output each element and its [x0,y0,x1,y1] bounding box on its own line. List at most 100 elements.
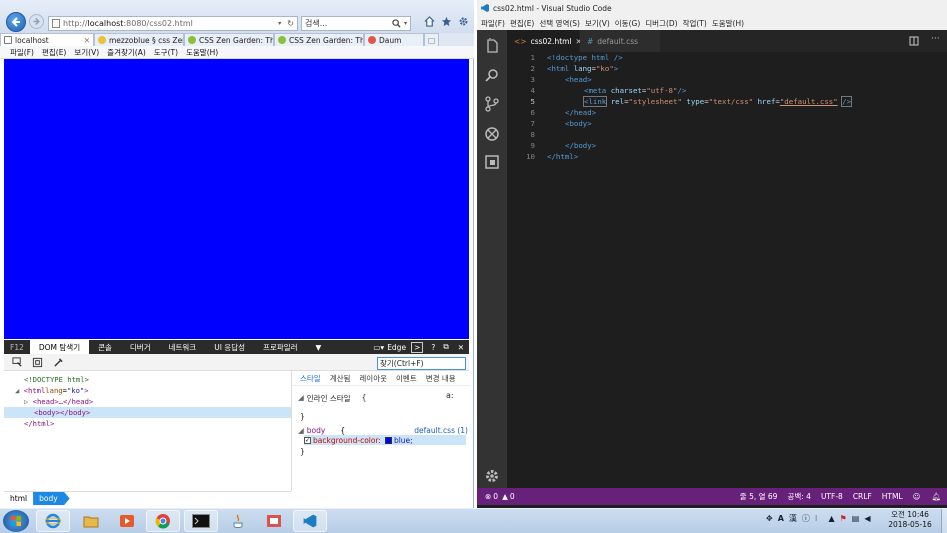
rule-declaration[interactable]: ✓ background-color: blue; [304,435,466,445]
inline-style-header[interactable]: ◢ 인라인 스타일 { [298,393,366,404]
clock[interactable]: 오전 10:46 2018-05-16 [880,510,940,530]
ie-tab-zen-garden-2[interactable]: CSS Zen Garden: The... [274,33,364,46]
taskbar-app[interactable] [257,510,291,532]
taskbar-chrome[interactable] [146,510,180,532]
home-icon[interactable] [424,16,435,27]
color-swatch[interactable] [384,436,392,444]
expand-arrow-icon[interactable]: ▷ [24,397,33,406]
color-picker-icon[interactable] [53,357,64,368]
source-control-icon[interactable] [484,96,500,112]
dom-node-html[interactable]: ◢ <html lang = "ko" > [4,385,291,396]
ie-tab-localhost[interactable]: localhost ✕ [0,33,94,46]
menu-debug[interactable]: 디버그(D) [645,18,677,29]
taskbar-cmd[interactable] [184,510,218,532]
menu-favorites[interactable]: 즐겨찾기(A) [107,47,146,58]
ie-tab-mezzoblue[interactable]: mezzoblue § css Zen... [94,33,184,46]
tab-css02-html[interactable]: <> css02.html ✕ [507,30,582,52]
checkbox-icon[interactable]: ✓ [304,436,311,444]
ie-tab-zen-garden-1[interactable]: CSS Zen Garden: The... [184,33,274,46]
dom-node-body[interactable]: <body></body> [4,407,291,418]
back-button[interactable] [6,12,26,32]
language-mode[interactable]: HTML [877,492,908,501]
search-icon[interactable] [484,68,500,84]
undock-icon[interactable]: ⧉ [439,342,452,352]
menu-file[interactable]: 파일(F) [10,47,34,58]
start-button[interactable] [3,510,29,532]
ime-language[interactable]: A [778,514,784,523]
tab-changes[interactable]: 변경 내용 [426,373,456,384]
ime-bar-icon[interactable]: ✥ [766,514,773,523]
gear-icon[interactable] [458,16,469,27]
menu-help[interactable]: 도움말(H) [712,18,744,29]
menu-go[interactable]: 이동(G) [615,18,640,29]
breadcrumb-body[interactable]: body [33,492,70,505]
refresh-icon[interactable]: ↻ [284,19,297,28]
tab-computed[interactable]: 계산됨 [330,373,351,384]
debug-icon[interactable] [484,126,500,142]
close-tab-icon[interactable]: ✕ [84,36,90,45]
breadcrumb-html[interactable]: html [4,492,33,505]
search-dropdown-icon[interactable]: ▾ [401,20,410,27]
collapse-arrow-icon[interactable]: ◢ [298,393,304,404]
extensions-icon[interactable] [484,154,500,170]
code-editor[interactable]: 1 2 3 4 5 6 7 8 9 10 <!doctype html /> <… [507,52,947,488]
new-tab-button[interactable]: □ [424,33,439,46]
favorites-star-icon[interactable] [441,16,452,27]
collapse-arrow-icon[interactable]: ◢ [15,386,24,395]
highlight-element-icon[interactable] [32,357,43,368]
collapse-arrow-icon[interactable]: ◢ [298,426,304,435]
menu-tasks[interactable]: 작업(T) [683,18,707,29]
tab-default-css[interactable]: # default.css [580,30,660,52]
problems-indicator[interactable]: ⊗ 0 ▲ 0 [477,492,515,501]
gear-icon[interactable] [484,468,500,484]
tab-debugger[interactable]: 디버거 [121,340,160,354]
tray-expand-icon[interactable]: ▲ [822,514,834,523]
indentation[interactable]: 공백: 4 [782,491,815,502]
dropdown-icon[interactable]: ▾ [278,20,281,27]
menu-selection[interactable]: 선택 영역(S) [539,18,580,29]
select-element-icon[interactable] [12,357,23,368]
ime-options-icon[interactable]: ⁝ [815,514,818,523]
pseudo-state-toggle[interactable]: a: [446,391,454,400]
explorer-icon[interactable] [484,38,500,54]
menu-view[interactable]: 보기(V) [74,47,99,58]
menu-view[interactable]: 보기(V) [585,18,610,29]
rule-header[interactable]: ◢ body { default.css (1) [298,426,468,435]
help-icon[interactable]: ? [427,343,439,352]
tab-styles[interactable]: 스타일 [300,373,321,384]
close-devtools-icon[interactable]: ✕ [453,343,469,352]
address-bar[interactable]: http://localhost:8080/css02.html ▾ ↻ [48,16,298,31]
show-desktop-button[interactable] [941,509,947,533]
taskbar-ie[interactable] [36,510,70,532]
action-center-flag-icon[interactable]: ⚑ [840,514,847,523]
menu-edit[interactable]: 편집(E) [42,47,66,58]
tab-profiler[interactable]: 프로파일러 [254,340,307,354]
search-icon[interactable] [392,19,401,28]
line-ending[interactable]: CRLF [848,492,877,501]
rendered-page[interactable] [4,59,469,339]
taskbar-java[interactable] [221,510,255,532]
search-box[interactable]: 검색... ▾ [301,16,411,31]
rule-source-link[interactable]: default.css (1) [414,426,468,435]
tab-network[interactable]: 네트워크 [160,340,206,354]
tab-console[interactable]: 콘솔 [89,340,121,354]
emulation-mode-icon[interactable]: ▭▾ [370,343,387,352]
notifications-bell-icon[interactable]: 🔔︎ [925,492,947,501]
dom-node-head[interactable]: ▷ <head>…</head> [4,396,291,407]
menu-edit[interactable]: 편집(E) [510,18,534,29]
taskbar-explorer[interactable] [74,510,108,532]
dom-node-html-close[interactable]: </html> [4,418,291,429]
network-icon[interactable]: ▤ [852,514,860,523]
cursor-position[interactable]: 줄 5, 열 69 [735,491,783,502]
menu-tools[interactable]: 도구(T) [154,47,178,58]
more-actions-icon[interactable]: ··· [931,34,940,44]
split-editor-icon[interactable] [909,36,919,46]
taskbar-media-player[interactable] [110,510,144,532]
feedback-smiley-icon[interactable]: ☺ [908,492,926,501]
find-input[interactable]: 찾기(Ctrl+F) [377,357,466,370]
taskbar-vscode[interactable] [293,510,327,532]
ime-help-icon[interactable]: ⓘ [802,513,810,524]
console-toggle-icon[interactable]: > [411,341,424,353]
volume-icon[interactable]: ◀ [864,514,870,523]
more-tabs-icon[interactable]: ▼ [307,340,331,354]
